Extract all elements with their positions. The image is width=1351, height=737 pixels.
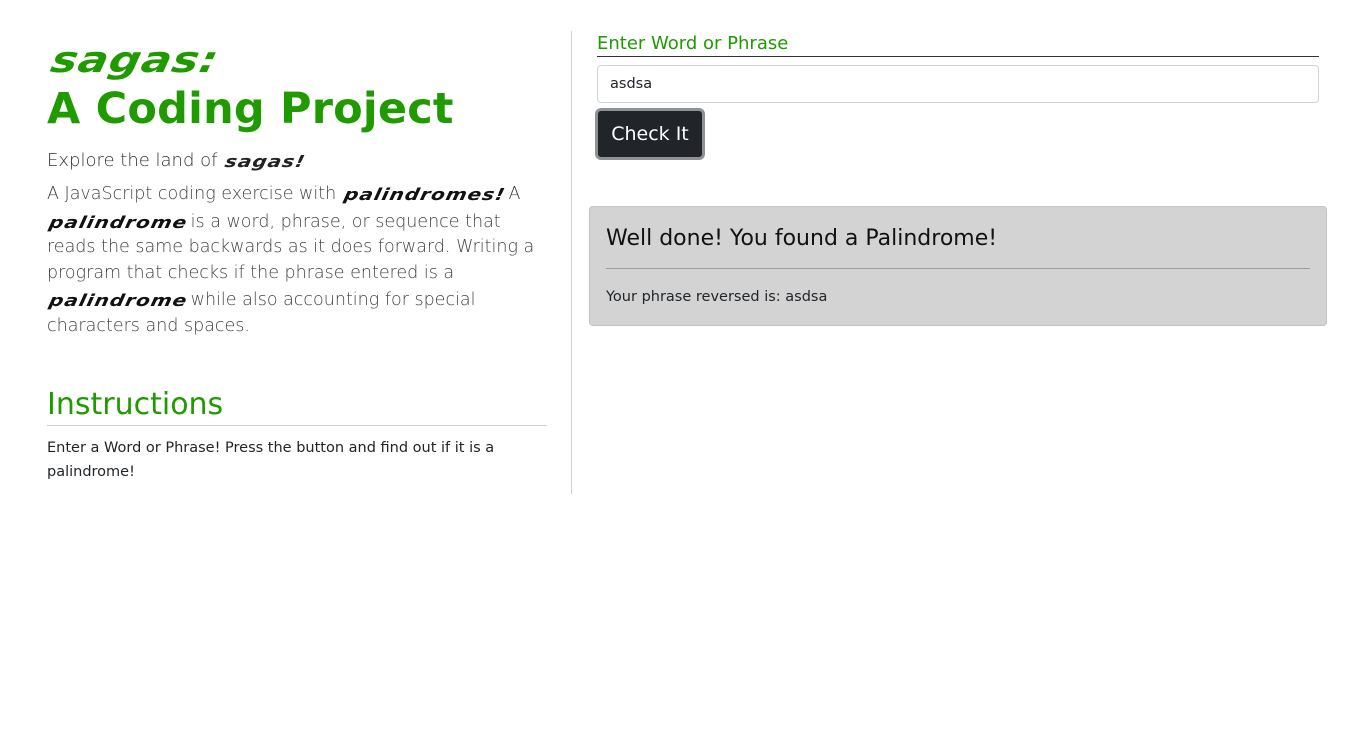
column-divider	[571, 31, 572, 494]
brand-title: sagas:	[47, 30, 547, 82]
desc-brand-2: palindrome	[47, 212, 190, 232]
result-divider	[606, 268, 1310, 269]
result-reversed-text: Your phrase reversed is: asdsa	[606, 289, 828, 305]
phrase-input[interactable]	[597, 65, 1319, 103]
phrase-label: Enter Word or Phrase	[597, 32, 1319, 57]
palindrome-form: Enter Word or Phrase Check It	[595, 32, 1319, 160]
desc-brand-3: palindrome	[47, 290, 190, 311]
description: A JavaScript coding exercise with palind…	[47, 180, 547, 339]
explore-text: Explore the land of sagas!	[47, 146, 547, 174]
brand-logo-text: sagas:	[47, 39, 223, 82]
instructions-text: Enter a Word or Phrase! Press the button…	[47, 440, 495, 480]
result-heading: Well done! You found a Palindrome!	[606, 226, 998, 251]
explore-brand: sagas!	[223, 151, 308, 172]
page-title: A Coding Project	[47, 84, 454, 134]
desc-part-1: A JavaScript coding exercise with	[47, 184, 342, 204]
explore-prefix: Explore the land of	[47, 150, 224, 171]
desc-brand-1: palindromes!	[342, 184, 508, 205]
check-it-button[interactable]: Check It	[595, 108, 705, 160]
page: sagas: A Coding Project Explore the land…	[0, 0, 1351, 737]
instructions-heading: Instructions	[47, 385, 547, 426]
result-alert: Well done! You found a Palindrome! Your …	[589, 206, 1327, 326]
intro-column: sagas: A Coding Project Explore the land…	[47, 30, 547, 484]
